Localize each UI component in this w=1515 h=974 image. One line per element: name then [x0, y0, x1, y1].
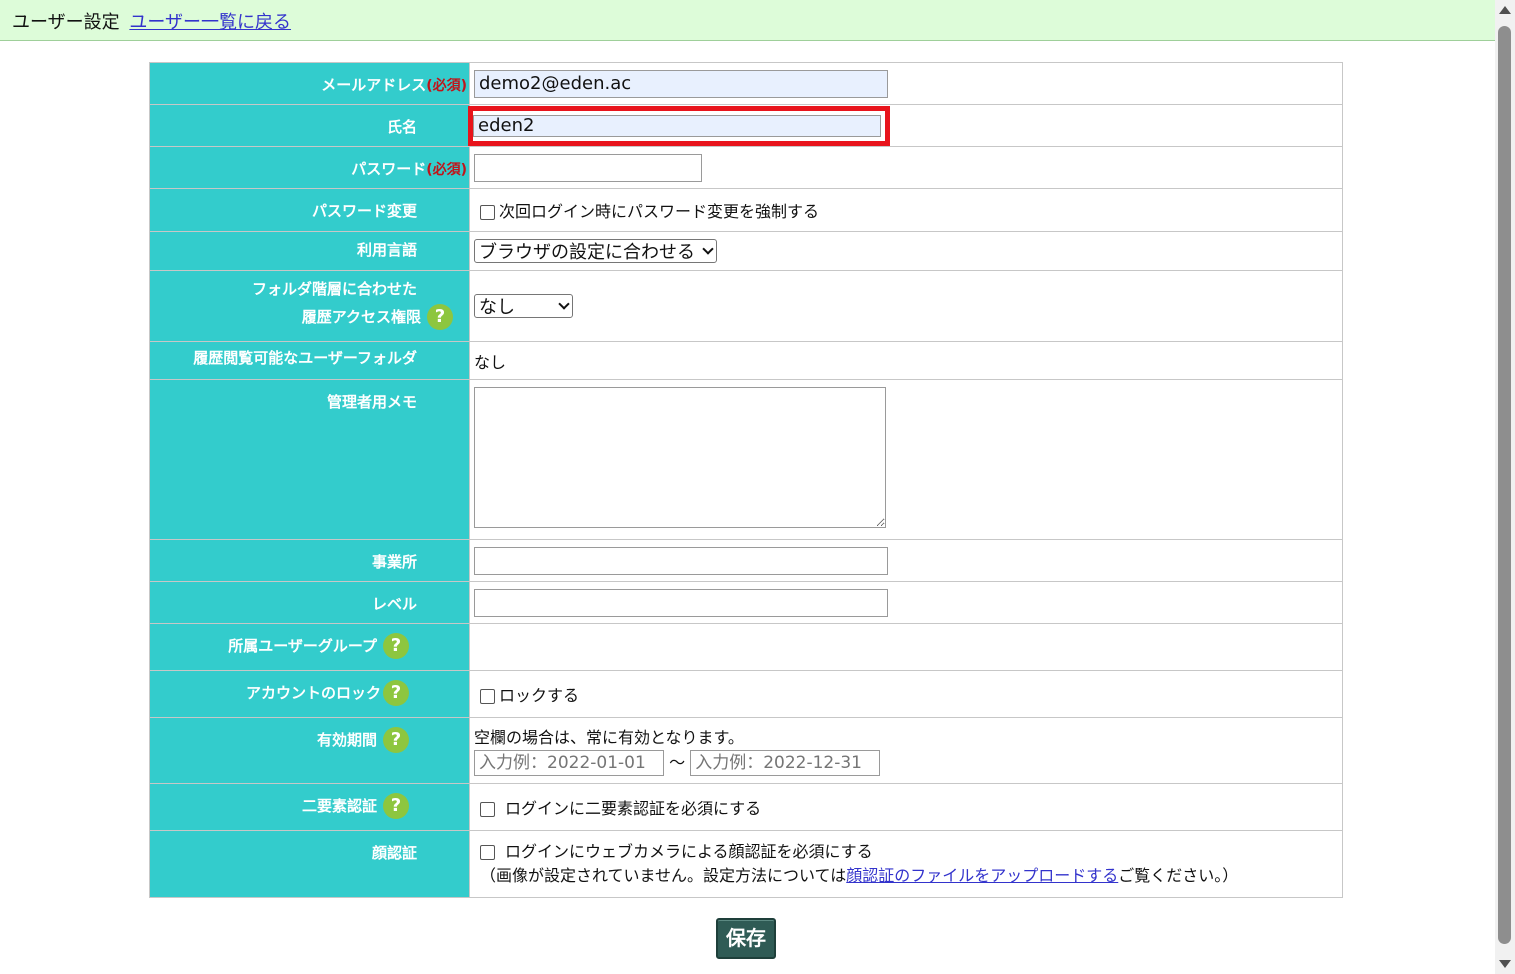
- save-button[interactable]: 保存: [716, 918, 776, 959]
- row-face-auth: 顔認証 ログインにウェブカメラによる顔認証を必須にする （画像が設定されていませ…: [149, 830, 1343, 898]
- validity-start-field[interactable]: [474, 749, 664, 776]
- label-viewable-folders: 履歴閲覧可能なユーザーフォルダ: [149, 341, 470, 380]
- row-viewable-folders: 履歴閲覧可能なユーザーフォルダ なし: [149, 341, 1343, 380]
- label-password: パスワード(必須): [149, 146, 470, 189]
- account-lock-label: ロックする: [499, 686, 580, 705]
- page-header: ユーザー設定 ユーザー一覧に戻る: [0, 0, 1495, 41]
- account-lock-checkbox[interactable]: [480, 689, 495, 704]
- label-folder-access: フォルダ階層に合わせた 履歴アクセス権限?: [149, 270, 470, 342]
- row-validity: 有効期間? 空欄の場合は、常に有効となります。 ～: [149, 717, 1343, 784]
- password-field[interactable]: [474, 153, 702, 182]
- row-name: 氏名: [149, 104, 1343, 147]
- row-email: メールアドレス(必須): [149, 62, 1343, 105]
- face-auth-checkbox[interactable]: [480, 845, 495, 860]
- help-icon[interactable]: ?: [427, 304, 453, 330]
- force-password-change-label: 次回ログイン時にパスワード変更を強制する: [499, 202, 820, 221]
- required-tag: (必須): [426, 162, 467, 178]
- label-level: レベル: [149, 581, 470, 624]
- row-password-change: パスワード変更 次回ログイン時にパスワード変更を強制する: [149, 188, 1343, 232]
- help-icon[interactable]: ?: [383, 793, 409, 819]
- force-password-change-checkbox[interactable]: [480, 205, 495, 220]
- folder-access-select[interactable]: なし: [474, 294, 573, 318]
- label-email: メールアドレス(必須): [149, 62, 470, 105]
- chevron-down-icon: [702, 242, 714, 255]
- row-language: 利用言語 ブラウザの設定に合わせる: [149, 231, 1343, 271]
- user-groups-value: [469, 623, 1343, 671]
- row-office: 事業所: [149, 539, 1343, 582]
- language-select[interactable]: ブラウザの設定に合わせる: [474, 239, 717, 263]
- row-account-lock: アカウントのロック? ロックする: [149, 670, 1343, 718]
- row-folder-access: フォルダ階層に合わせた 履歴アクセス権限? なし: [149, 270, 1343, 342]
- label-two-factor: 二要素認証?: [149, 783, 470, 831]
- row-password: パスワード(必須): [149, 146, 1343, 189]
- label-admin-memo: 管理者用メモ: [149, 379, 470, 540]
- row-admin-memo: 管理者用メモ: [149, 379, 1343, 540]
- label-account-lock: アカウントのロック?: [149, 670, 470, 718]
- face-auth-note: （画像が設定されていません。設定方法については顔認証のファイルをアップロードする…: [480, 866, 1239, 885]
- name-field[interactable]: [473, 114, 881, 137]
- label-office: 事業所: [149, 539, 470, 582]
- help-icon[interactable]: ?: [383, 680, 409, 706]
- admin-memo-textarea[interactable]: [474, 387, 886, 528]
- name-field-highlight: [468, 105, 890, 146]
- label-name: 氏名: [149, 104, 470, 147]
- scrollbar-thumb[interactable]: [1498, 26, 1511, 944]
- row-two-factor: 二要素認証? ログインに二要素認証を必須にする: [149, 783, 1343, 831]
- row-level: レベル: [149, 581, 1343, 624]
- face-auth-upload-link[interactable]: 顔認証のファイルをアップロードする: [846, 866, 1118, 885]
- label-validity: 有効期間?: [149, 717, 470, 784]
- level-field[interactable]: [474, 588, 888, 617]
- label-user-groups: 所属ユーザーグループ?: [149, 623, 470, 671]
- label-password-change: パスワード変更: [149, 188, 470, 232]
- scroll-down-arrow-icon[interactable]: [1499, 960, 1511, 968]
- back-to-user-list-link[interactable]: ユーザー一覧に戻る: [129, 12, 291, 33]
- scroll-up-arrow-icon[interactable]: [1499, 6, 1511, 14]
- label-face-auth: 顔認証: [149, 830, 470, 898]
- user-settings-form: メールアドレス(必須) 氏名 パスワード(必須) パスワード変更 次回ログイン時…: [149, 62, 1343, 898]
- two-factor-label: ログインに二要素認証を必須にする: [505, 799, 762, 818]
- help-icon[interactable]: ?: [383, 727, 409, 753]
- row-user-groups: 所属ユーザーグループ?: [149, 623, 1343, 671]
- chevron-down-icon: [558, 297, 570, 310]
- two-factor-checkbox[interactable]: [480, 802, 495, 817]
- required-tag: (必須): [426, 78, 467, 94]
- office-field[interactable]: [474, 546, 888, 575]
- email-field[interactable]: [474, 69, 888, 98]
- help-icon[interactable]: ?: [383, 633, 409, 659]
- page-title: ユーザー設定: [12, 12, 120, 33]
- validity-separator: ～: [669, 752, 686, 772]
- label-language: 利用言語: [149, 231, 470, 271]
- validity-note: 空欄の場合は、常に有効となります。: [474, 727, 744, 747]
- viewable-folders-value: なし: [469, 341, 1343, 380]
- face-auth-label: ログインにウェブカメラによる顔認証を必須にする: [505, 842, 873, 861]
- vertical-scrollbar[interactable]: [1495, 0, 1515, 974]
- validity-end-field[interactable]: [690, 749, 881, 776]
